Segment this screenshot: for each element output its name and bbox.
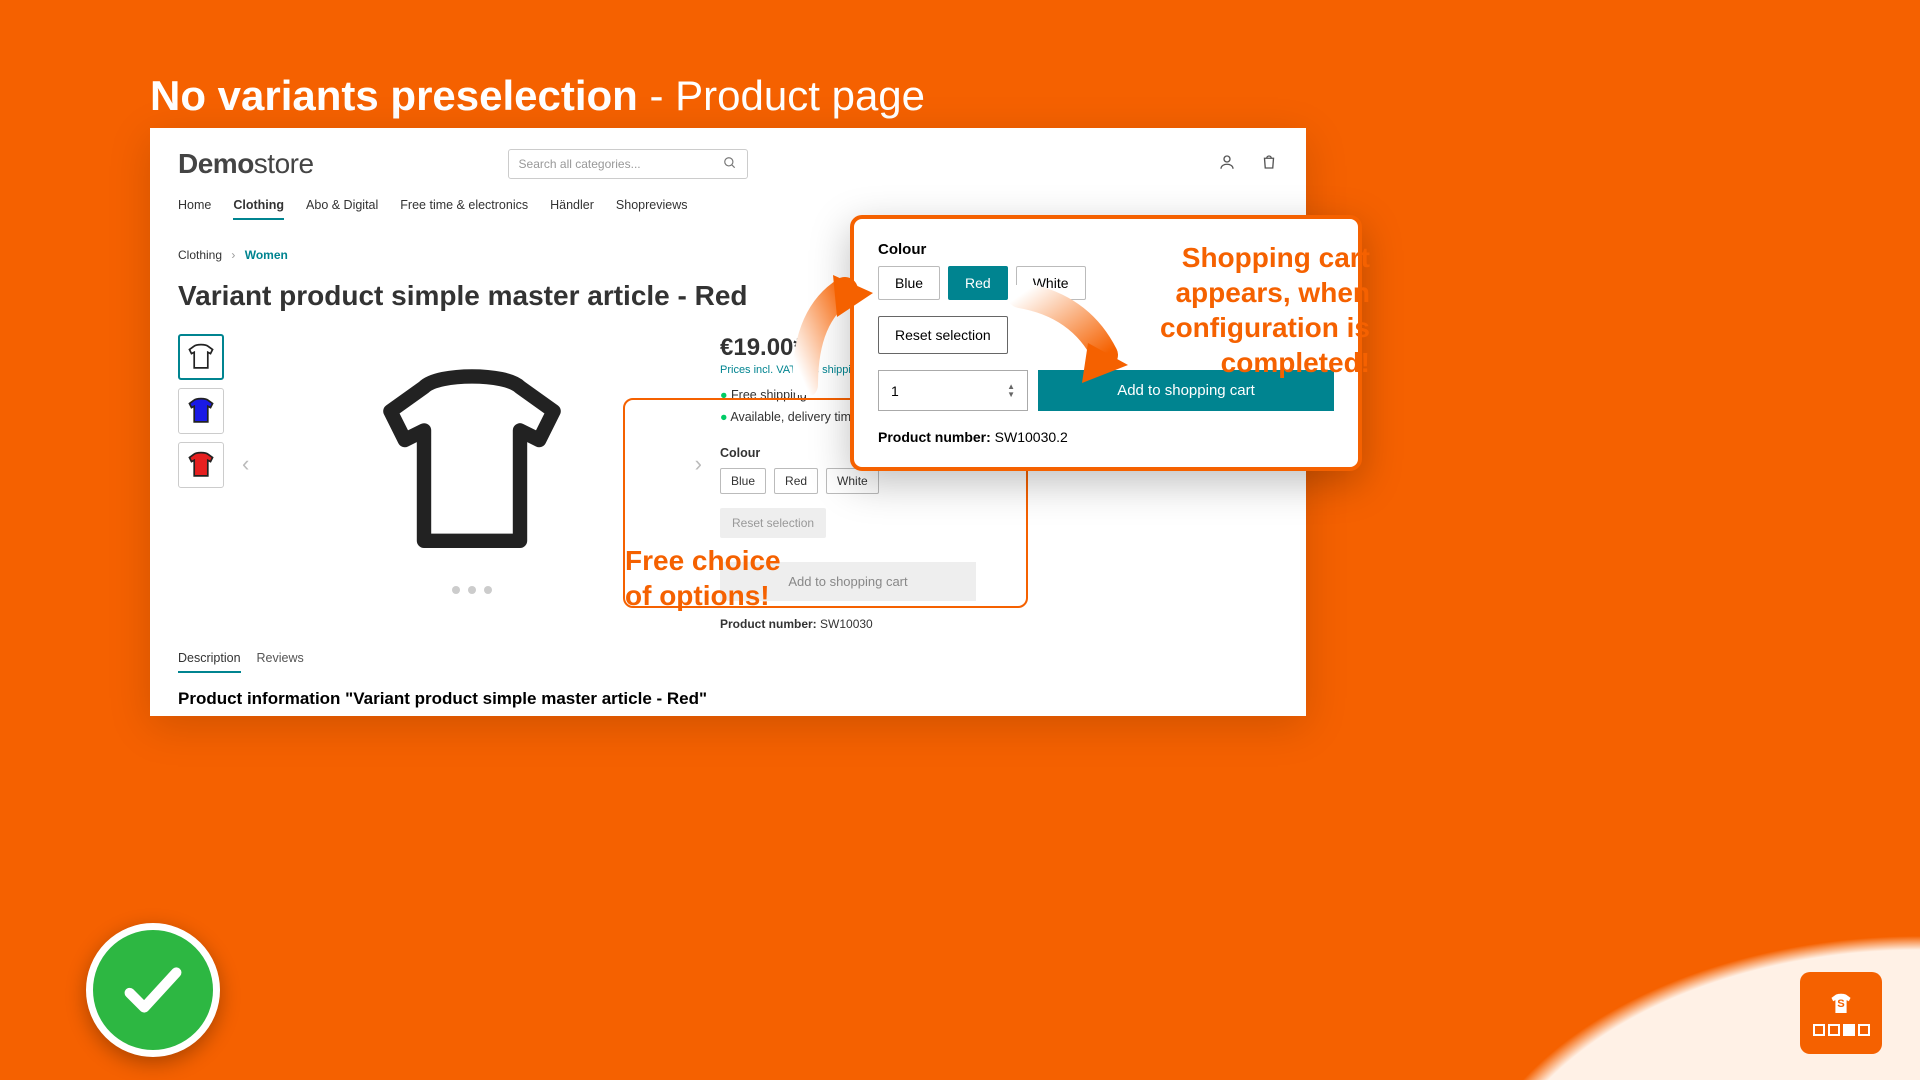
detail-tabs: Description Reviews (178, 651, 1278, 673)
nav-clothing[interactable]: Clothing (233, 198, 284, 220)
shirt-mini-icon: S (1826, 990, 1856, 1018)
plugin-badge-icon: S (1800, 972, 1882, 1054)
plugin-squares (1813, 1024, 1870, 1036)
slide-title-rest: - Product page (638, 72, 925, 119)
tab-reviews[interactable]: Reviews (257, 651, 304, 673)
product-number-row: Product number: SW10030 (720, 617, 1278, 631)
breadcrumb-parent[interactable]: Clothing (178, 248, 222, 262)
search-icon (723, 156, 737, 173)
dot[interactable] (468, 586, 476, 594)
nav-home[interactable]: Home (178, 198, 211, 220)
popup-product-number: Product number: SW10030.2 (878, 429, 1334, 445)
search-input[interactable]: Search all categories... (508, 149, 748, 179)
slide-title: No variants preselection - Product page (150, 72, 925, 120)
nav-shopreviews[interactable]: Shopreviews (616, 198, 688, 220)
thumbnail-list (178, 334, 224, 631)
search-placeholder: Search all categories... (519, 157, 641, 171)
thumbnail-white[interactable] (178, 334, 224, 380)
check-badge-icon (86, 923, 220, 1057)
chevron-right-icon: › (231, 248, 235, 262)
popup-reset-button[interactable]: Reset selection (878, 316, 1008, 354)
popup-option-blue[interactable]: Blue (878, 266, 940, 300)
gallery-prev-icon[interactable]: ‹ (242, 451, 249, 477)
svg-text:S: S (1837, 998, 1845, 1010)
breadcrumb-current[interactable]: Women (245, 248, 288, 262)
nav-haendler[interactable]: Händler (550, 198, 594, 220)
logo[interactable]: Demostore (178, 148, 314, 180)
dot[interactable] (452, 586, 460, 594)
callout-free-choice: Free choice of options! (625, 543, 781, 613)
nav-abo[interactable]: Abo & Digital (306, 198, 378, 220)
info-title: Product information "Variant product sim… (178, 689, 1278, 709)
account-icon[interactable] (1218, 153, 1236, 176)
option-blue[interactable]: Blue (720, 468, 766, 494)
option-white[interactable]: White (826, 468, 879, 494)
nav-freetime[interactable]: Free time & electronics (400, 198, 528, 220)
store-header: Demostore Search all categories... (178, 144, 1278, 184)
thumbnail-blue[interactable] (178, 388, 224, 434)
reset-selection-disabled: Reset selection (720, 508, 826, 538)
popup-option-red[interactable]: Red (948, 266, 1008, 300)
tab-description[interactable]: Description (178, 651, 241, 673)
gallery-next-icon[interactable]: › (695, 451, 702, 477)
slide-title-bold: No variants preselection (150, 72, 638, 119)
callout-cart-appears: Shopping cart appears, when configuratio… (1060, 240, 1370, 380)
cart-icon[interactable] (1260, 153, 1278, 176)
gallery-dots (452, 586, 492, 594)
dot[interactable] (484, 586, 492, 594)
option-red[interactable]: Red (774, 468, 818, 494)
thumbnail-red[interactable] (178, 442, 224, 488)
product-image (342, 344, 602, 584)
stepper-arrows-icon: ▲▼ (1007, 383, 1015, 399)
popup-quantity-stepper[interactable]: 1 ▲▼ (878, 370, 1028, 411)
